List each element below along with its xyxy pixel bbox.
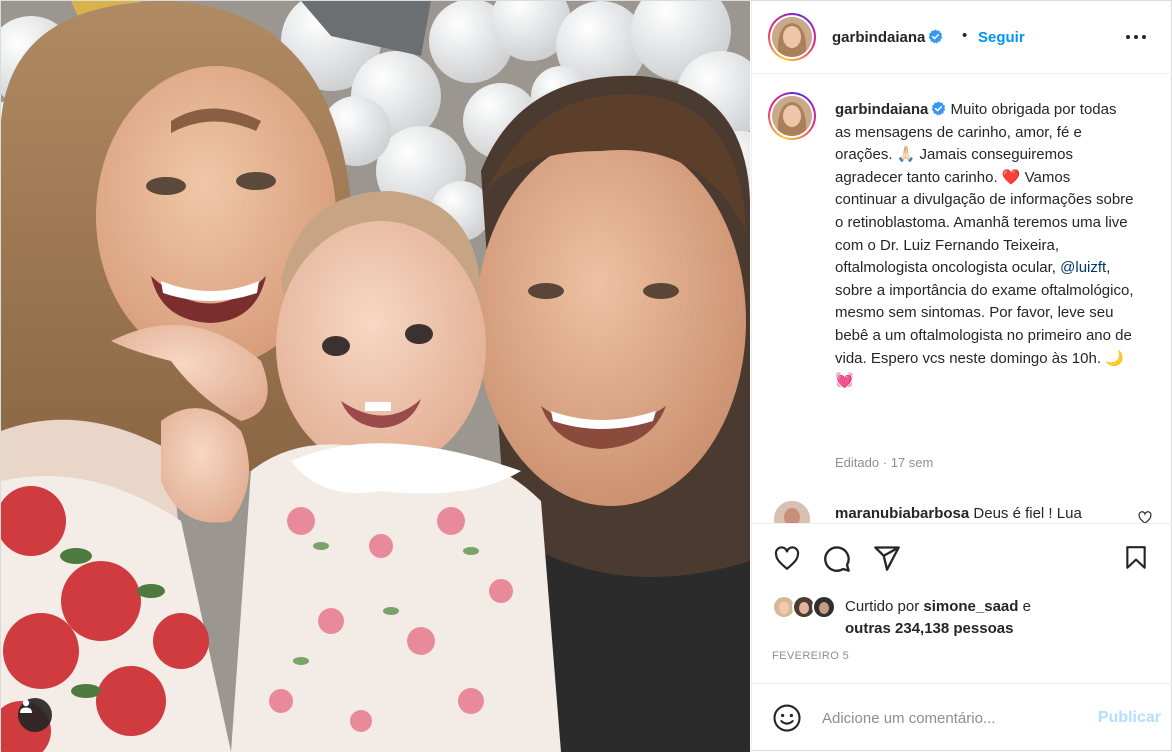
verified-badge-icon: [929, 29, 943, 44]
heart-icon: [774, 546, 800, 570]
post-side-panel: garbindaiana • Seguir garbindaiana Muito…: [751, 1, 1172, 752]
caption-text-part-2: , sobre a importância do exame oftalmoló…: [835, 259, 1134, 390]
liked-by-prefix: Curtido por: [845, 598, 920, 615]
caption-username[interactable]: garbindaiana: [835, 101, 928, 118]
comment-text-line: maranubiabarbosa Deus é fiel ! Lua: [835, 505, 1082, 522]
emoji-smile-icon[interactable]: [772, 703, 802, 733]
add-comment-bar: Publicar: [752, 683, 1172, 752]
paper-plane-icon: [874, 546, 900, 571]
comment-button[interactable]: [822, 544, 852, 574]
comment-bubble-icon: [824, 546, 850, 572]
post-photo-image: [1, 1, 750, 752]
commenter-avatar-image: [774, 501, 810, 523]
commenter-username[interactable]: maranubiabarbosa: [835, 505, 969, 522]
post-date[interactable]: FEVEREIRO 5: [772, 650, 849, 662]
post-photo[interactable]: [1, 1, 750, 752]
caption-mention-link[interactable]: @luizft: [1060, 259, 1106, 276]
post-time-ago[interactable]: 17 sem: [891, 455, 934, 470]
liked-by-connector: e: [1022, 598, 1031, 615]
share-button[interactable]: [872, 543, 902, 573]
author-avatar-image: [772, 17, 812, 57]
bookmark-icon: [1126, 546, 1146, 569]
like-button[interactable]: [772, 544, 802, 574]
more-options-icon[interactable]: [1125, 27, 1147, 47]
author-avatar[interactable]: [768, 13, 816, 61]
post-caption: garbindaiana Muito obrigada por todas as…: [835, 99, 1135, 393]
comments-section[interactable]: garbindaiana Muito obrigada por todas as…: [752, 75, 1172, 523]
save-button[interactable]: [1121, 543, 1151, 573]
publish-comment-button[interactable]: Publicar: [1098, 709, 1161, 727]
caption-meta: Editado · 17 sem: [835, 455, 933, 470]
comment-text: Deus é fiel ! Lua: [973, 505, 1082, 522]
verified-badge-icon: [932, 101, 946, 116]
liker-avatar: [812, 595, 836, 619]
liker-avatar-image: [814, 597, 834, 617]
author-username-text: garbindaiana: [832, 29, 926, 46]
user-tag-icon: [20, 699, 32, 713]
liker-avatar-image: [794, 597, 814, 617]
liked-by-first-user[interactable]: simone_saad: [923, 598, 1018, 615]
liked-by-text: Curtido por simone_saad e outras 234,138…: [845, 596, 1145, 640]
comment-input[interactable]: [822, 704, 1072, 732]
author-username[interactable]: garbindaiana: [832, 29, 943, 46]
meta-separator: ·: [882, 455, 888, 470]
header-separator: •: [962, 27, 968, 44]
post-header: garbindaiana • Seguir: [752, 1, 1172, 74]
user-tag-button[interactable]: [18, 698, 52, 732]
comment-like-icon[interactable]: [1138, 511, 1152, 523]
likes-count-link[interactable]: outras 234,138 pessoas: [845, 620, 1013, 637]
caption-author-avatar[interactable]: [768, 92, 816, 140]
edited-label: Editado: [835, 455, 880, 470]
commenter-avatar[interactable]: [774, 501, 810, 523]
follow-button[interactable]: Seguir: [978, 29, 1025, 46]
comment-item: maranubiabarbosa Deus é fiel ! Lua: [768, 501, 1168, 523]
caption-text-part-1: Muito obrigada por todas as mensagens de…: [835, 101, 1134, 277]
caption-author-avatar-image: [772, 96, 812, 136]
post-actions: Curtido por simone_saad e outras 234,138…: [752, 523, 1172, 683]
liker-avatar-image: [774, 597, 794, 617]
liked-by-avatars[interactable]: [772, 595, 842, 621]
instagram-post: garbindaiana • Seguir garbindaiana Muito…: [0, 0, 1172, 752]
